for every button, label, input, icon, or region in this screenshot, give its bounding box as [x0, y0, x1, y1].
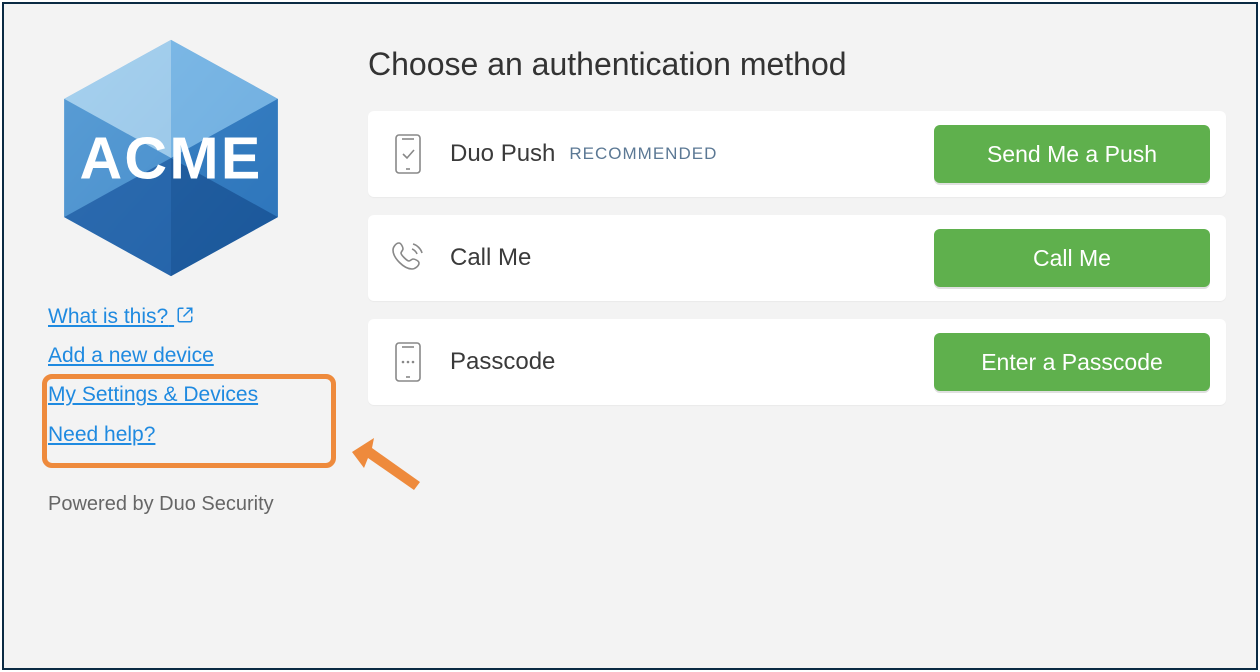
auth-method-row-passcode: Passcode Enter a Passcode [368, 319, 1226, 405]
settings-devices-link[interactable]: My Settings & Devices [48, 382, 258, 407]
what-is-this-link[interactable]: What is this? [48, 304, 194, 329]
auth-method-panel: Choose an authentication method Duo Push… [368, 32, 1226, 638]
send-push-button[interactable]: Send Me a Push [934, 125, 1210, 183]
brand-logo: ACME [48, 28, 293, 288]
help-links: What is this? Add a new device My Settin… [48, 304, 328, 461]
auth-method-label: Call Me [450, 244, 531, 272]
phone-ring-icon [388, 236, 428, 280]
external-link-icon [176, 306, 194, 324]
recommended-tag: RECOMMENDED [569, 144, 717, 164]
call-me-button[interactable]: Call Me [934, 229, 1210, 287]
auth-method-label: Duo Push [450, 140, 555, 168]
phone-check-icon [388, 132, 428, 176]
enter-passcode-button[interactable]: Enter a Passcode [934, 333, 1210, 391]
phone-code-icon [388, 340, 428, 384]
auth-method-row-call: Call Me Call Me [368, 215, 1226, 301]
auth-method-row-push: Duo Push RECOMMENDED Send Me a Push [368, 111, 1226, 197]
panel-heading: Choose an authentication method [368, 46, 1226, 83]
auth-method-label: Passcode [450, 348, 555, 376]
auth-prompt-frame: ACME What is this? Add a new device My S… [2, 2, 1258, 670]
what-is-this-label: What is this? [48, 305, 168, 328]
brand-logo-text: ACME [79, 125, 262, 191]
add-device-link[interactable]: Add a new device [48, 343, 214, 368]
powered-by-text: Powered by Duo Security [48, 493, 328, 516]
need-help-link[interactable]: Need help? [48, 422, 155, 447]
hexagon-logo-icon: ACME [56, 33, 286, 283]
sidebar: ACME What is this? Add a new device My S… [48, 32, 328, 638]
